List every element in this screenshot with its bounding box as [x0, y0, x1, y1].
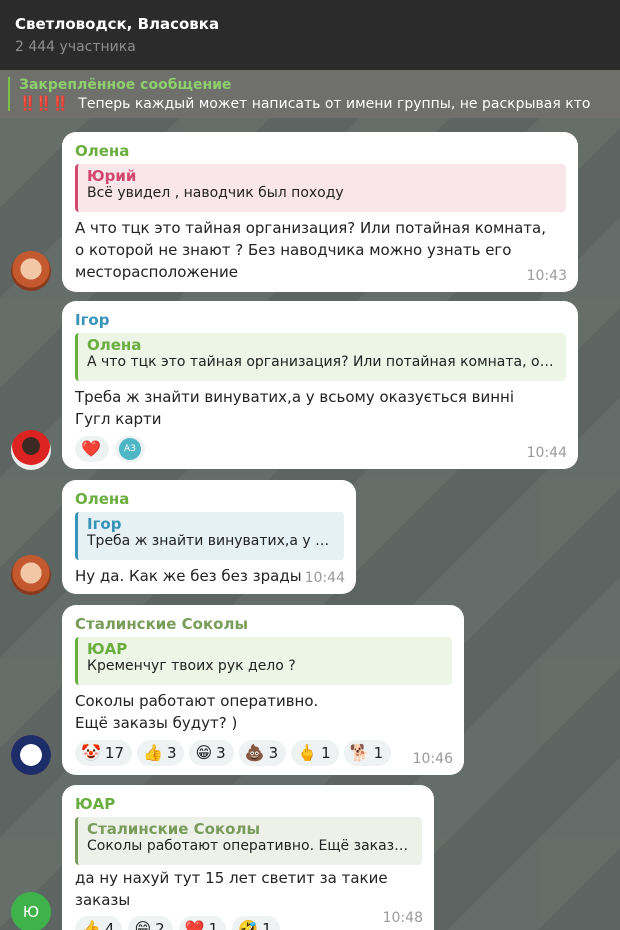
avatar[interactable] [11, 555, 51, 595]
reaction-count: 1 [262, 920, 272, 930]
reactions-row: 🤡 17 👍 3 😁 3 💩 3 🖕 1 🐕 1 [75, 740, 452, 766]
sender-name[interactable]: Сталинские Соколы [75, 615, 452, 636]
reaction-poop[interactable]: 💩 3 [238, 740, 287, 766]
thumbs-up-icon: 👍 [143, 743, 163, 762]
message-text: да ну нахуй тут 15 лет светит за такие з… [75, 869, 388, 909]
reaction-count: 1 [208, 920, 219, 930]
message-bubble[interactable]: Ігор Олена А что тцк это тайная организа… [62, 301, 578, 469]
reply-quote[interactable]: ЮАР Кременчуг твоих рук дело ? [75, 637, 452, 685]
reaction-count: 1 [373, 744, 384, 762]
reactions-row: ❤️ АЗ [75, 436, 566, 462]
reaction-count: 1 [321, 744, 331, 762]
message-text: Соколы работают оперативно. Ещё заказы б… [75, 692, 319, 732]
pinned-accent-line [8, 77, 10, 111]
reaction-clown[interactable]: 🤡 17 [75, 740, 133, 766]
message-bubble[interactable]: Сталинские Соколы ЮАР Кременчуг твоих ру… [62, 605, 464, 775]
message-text: Треба ж знайти винуватих,а у всьому оказ… [75, 388, 514, 428]
reply-quote[interactable]: Ігор Треба ж знайти винуватих,а у всьому… [75, 512, 344, 560]
reaction-thumbs-up[interactable]: 👍 3 [137, 740, 185, 766]
sender-name[interactable]: Олена [75, 490, 344, 511]
thumbs-up-icon: 👍 [81, 919, 101, 930]
sender-name[interactable]: Олена [75, 142, 566, 163]
reaction-count: 3 [216, 744, 226, 762]
middle-finger-icon: 🖕 [297, 743, 318, 762]
quote-text: А что тцк это тайная организация? Или по… [87, 354, 556, 370]
sender-name[interactable]: Ігор [75, 311, 566, 332]
message-bubble[interactable]: Олена Юрий Всё увидел , наводчик был пох… [62, 132, 578, 292]
rofl-icon: 🤣 [238, 919, 259, 930]
reply-quote[interactable]: Олена А что тцк это тайная организация? … [75, 333, 566, 381]
chat-header[interactable]: Светловодск, Власовка 2 444 участника [0, 0, 620, 70]
quote-text: Треба ж знайти винуватих,а у всьому оказ… [87, 533, 334, 549]
quote-sender: ЮАР [87, 640, 128, 658]
quote-sender: Юрий [87, 167, 137, 185]
grin-icon: 😁 [134, 919, 152, 930]
quote-text: Кременчуг твоих рук дело ? [87, 658, 296, 674]
message-bubble[interactable]: Олена Ігор Треба ж знайти винуватих,а у … [62, 480, 356, 594]
sender-name[interactable]: ЮАР [75, 795, 422, 816]
message-time: 10:44 [526, 445, 567, 461]
avatar[interactable] [11, 430, 51, 470]
quote-text: Соколы работают оперативно. Ещё заказы б… [87, 838, 412, 854]
reply-quote[interactable]: Юрий Всё увидел , наводчик был походу [75, 164, 566, 212]
pinned-message-bar[interactable]: Закреплённое сообщение ‼️‼️‼️ Теперь кажд… [0, 70, 620, 118]
reaction-count: 2 [155, 920, 165, 930]
quote-text: Всё увидел , наводчик был походу [87, 185, 344, 201]
message-time: 10:46 [412, 751, 453, 767]
reactions-row: 👍 4 😁 2 ❤️ 1 🤣 1 [75, 916, 422, 930]
reaction-count: 3 [166, 744, 177, 762]
reaction-grin[interactable]: 😁 2 [128, 916, 173, 930]
quote-sender: Ігор [87, 515, 122, 533]
avatar[interactable] [11, 251, 51, 291]
user-avatar-mini: АЗ [118, 438, 141, 460]
reaction-heart[interactable]: ❤️ 1 [178, 916, 227, 930]
reaction-count: 4 [104, 920, 115, 930]
message-bubble[interactable]: ЮАР Сталинские Соколы Соколы работают оп… [62, 785, 434, 930]
clown-icon: 🤡 [81, 743, 101, 762]
reaction-grin[interactable]: 😁 3 [189, 740, 234, 766]
avatar[interactable] [11, 735, 51, 775]
reaction-user[interactable]: АЗ [114, 436, 145, 462]
quote-sender: Сталинские Соколы [87, 820, 261, 838]
heart-icon: ❤️ [81, 439, 101, 458]
chat-title[interactable]: Светловодск, Власовка [15, 15, 605, 33]
quote-sender: Олена [87, 336, 142, 354]
reaction-dog[interactable]: 🐕 1 [343, 740, 392, 766]
message-time: 10:44 [304, 570, 345, 586]
pinned-text-content: Теперь каждый может написать от имени гр… [78, 96, 591, 112]
reaction-rofl[interactable]: 🤣 1 [232, 916, 280, 930]
reaction-heart[interactable]: ❤️ [75, 436, 109, 462]
dog-icon: 🐕 [349, 743, 370, 762]
avatar[interactable]: Ю [11, 892, 51, 930]
reply-quote[interactable]: Сталинские Соколы Соколы работают операт… [75, 817, 422, 865]
reaction-count: 3 [268, 744, 279, 762]
message-time: 10:43 [526, 268, 567, 284]
reaction-middle-finger[interactable]: 🖕 1 [291, 740, 339, 766]
message-text: Ну да. Как же без без зрады [75, 567, 302, 585]
pinned-label: Закреплённое сообщение [19, 77, 232, 93]
grin-icon: 😁 [195, 743, 213, 762]
message-text: А что тцк это тайная организация? Или по… [75, 219, 546, 281]
heart-icon: ❤️ [184, 919, 205, 930]
poop-icon: 💩 [244, 743, 265, 762]
reaction-thumbs-up[interactable]: 👍 4 [75, 916, 123, 930]
member-count: 2 444 участника [15, 39, 136, 55]
message-time: 10:48 [382, 910, 423, 926]
reaction-count: 17 [104, 744, 125, 762]
exclamation-icon: ‼️‼️‼️ [19, 96, 69, 112]
pinned-text[interactable]: ‼️‼️‼️ Теперь каждый может написать от им… [8, 96, 612, 112]
